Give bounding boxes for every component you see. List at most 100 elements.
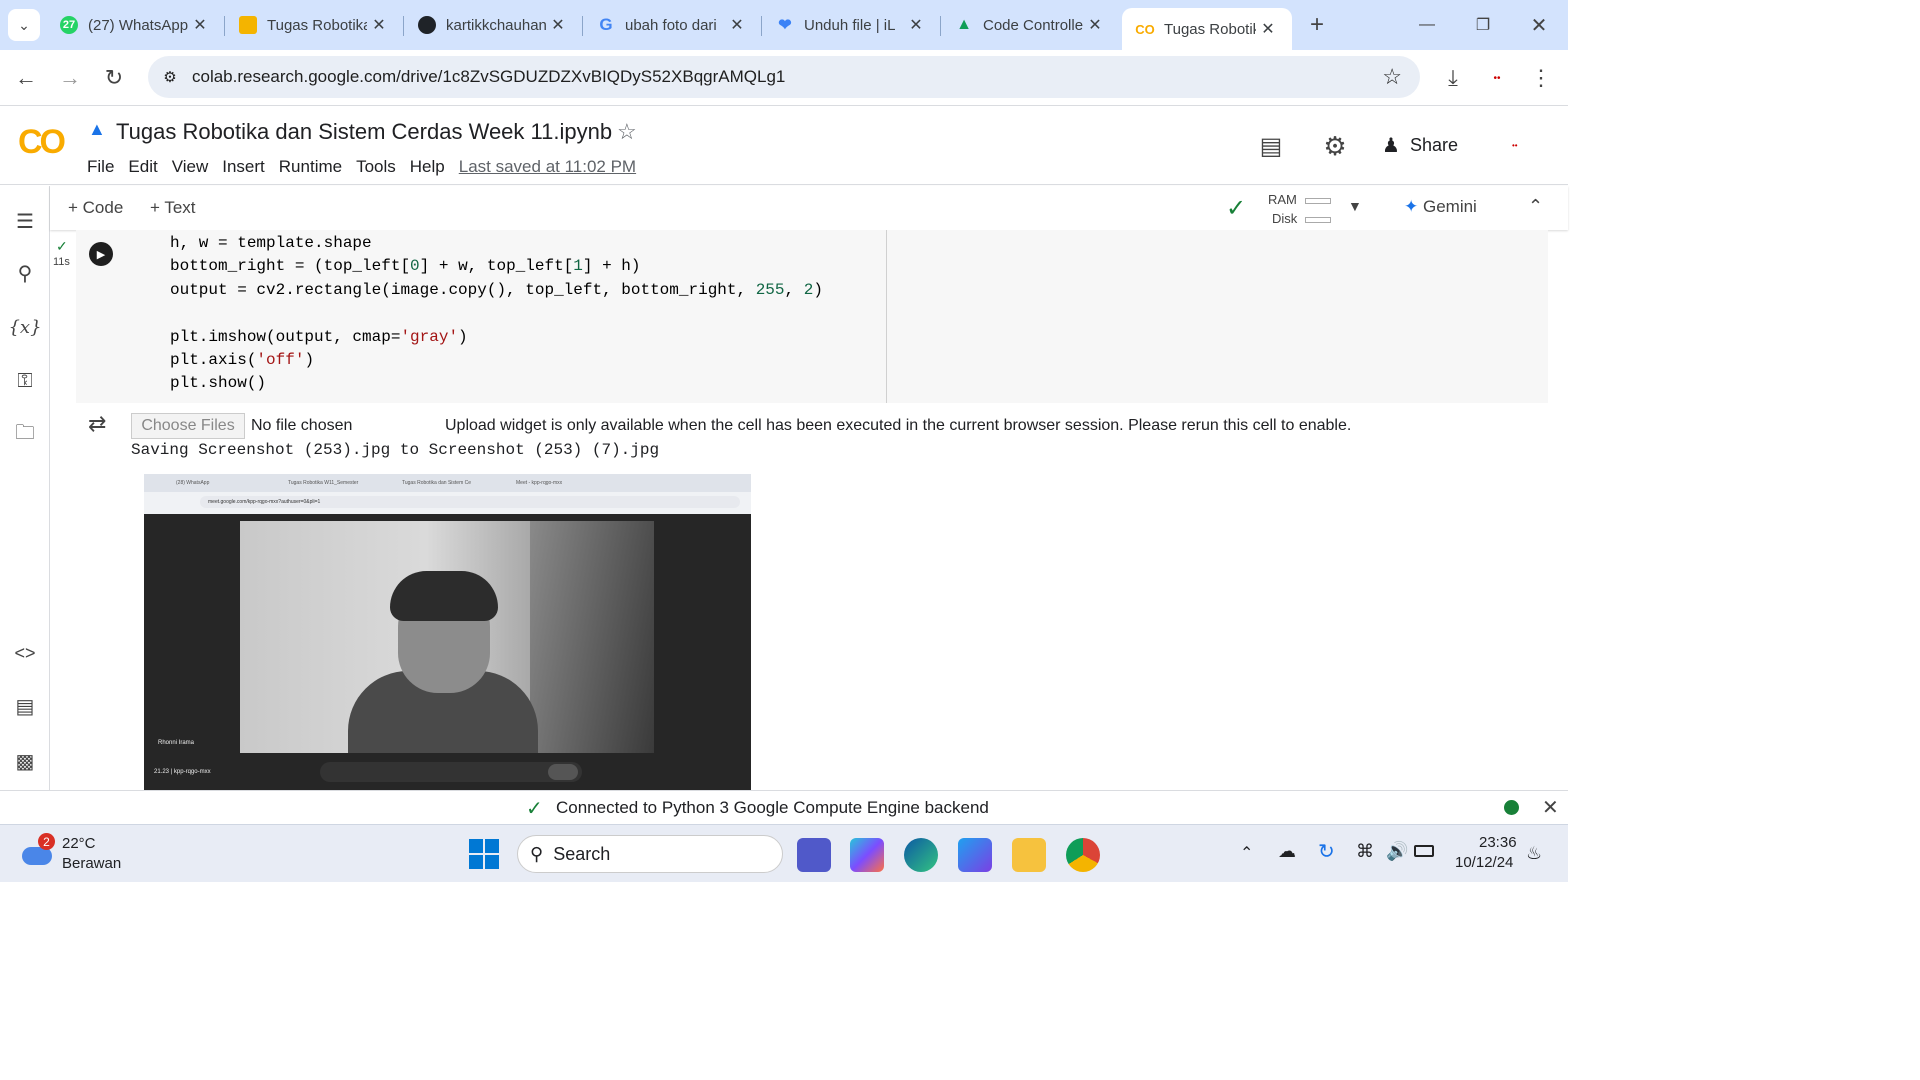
- output-actions-icon[interactable]: ⇄: [88, 411, 106, 437]
- tab-ilovepdf[interactable]: ❤ Unduh file | iL ✕: [762, 8, 928, 42]
- close-icon[interactable]: ✕: [1256, 19, 1280, 39]
- sync-icon[interactable]: ↻: [1318, 839, 1335, 864]
- code-snippets-icon[interactable]: <>: [8, 636, 42, 670]
- code-line: bottom_right = (top_left[0] + w, top_lef…: [170, 257, 641, 276]
- reload-icon[interactable]: ↻: [98, 62, 130, 94]
- menu-edit[interactable]: Edit: [128, 157, 157, 177]
- cell-output: ⇄ Choose Files No file chosen Upload wid…: [76, 403, 1548, 790]
- wifi-icon[interactable]: ⌘: [1356, 841, 1374, 862]
- search-icon[interactable]: ⚲: [8, 256, 42, 290]
- terminal-icon[interactable]: ▩: [8, 744, 42, 778]
- notebook-toolbar: + Code + Text ✓ RAM Disk ▼ ✦ Gemini ⌃: [50, 186, 1568, 230]
- notification-bell-icon[interactable]: ♨: [1526, 843, 1542, 864]
- close-window-icon[interactable]: ✕: [1524, 10, 1554, 40]
- clock-time[interactable]: 23:36: [1479, 834, 1517, 851]
- menu-tools[interactable]: Tools: [356, 157, 396, 177]
- close-icon[interactable]: ✕: [367, 15, 391, 35]
- add-code-button[interactable]: + Code: [68, 198, 123, 218]
- forward-icon[interactable]: →: [54, 62, 86, 94]
- site-info-icon[interactable]: ⚙: [148, 68, 192, 86]
- close-status-icon[interactable]: ✕: [1542, 795, 1559, 820]
- star-icon[interactable]: ☆: [617, 119, 637, 145]
- variables-icon[interactable]: {x}: [8, 310, 42, 344]
- close-icon[interactable]: ✕: [546, 15, 570, 35]
- search-icon: ⚲: [530, 843, 544, 864]
- copilot-icon[interactable]: [850, 838, 884, 872]
- menu-bar: File Edit View Insert Runtime Tools Help…: [87, 157, 650, 177]
- share-button[interactable]: ♟ Share: [1382, 133, 1458, 158]
- teams-icon[interactable]: [797, 838, 831, 872]
- gemini-label: Gemini: [1422, 197, 1477, 216]
- run-cell-button[interactable]: ▶: [89, 242, 113, 266]
- code-line: output = cv2.rectangle(image.copy(), top…: [170, 280, 823, 299]
- show-hidden-icons-icon[interactable]: ⌃: [1240, 843, 1253, 863]
- gemini-button[interactable]: ✦ Gemini: [1404, 197, 1477, 217]
- bookmark-star-icon[interactable]: ☆: [1382, 64, 1402, 90]
- restore-icon[interactable]: ❐: [1468, 10, 1498, 40]
- tab-github[interactable]: kartikkchauhan ✕: [404, 8, 570, 42]
- start-windows-icon[interactable]: [469, 839, 499, 869]
- download-icon[interactable]: ⤓: [1437, 62, 1469, 94]
- url-bar[interactable]: ⚙ colab.research.google.com/drive/1c8ZvS…: [148, 56, 1420, 98]
- tab-search-chevron-icon[interactable]: ⌄: [8, 9, 40, 41]
- minimize-icon[interactable]: —: [1412, 10, 1442, 40]
- code-line: h, w = template.shape: [170, 234, 372, 252]
- choose-files-button[interactable]: Choose Files: [131, 413, 245, 439]
- files-folder-icon[interactable]: 🗀: [8, 418, 42, 452]
- saving-message: Saving Screenshot (253).jpg to Screensho…: [131, 441, 660, 459]
- settings-gear-icon[interactable]: ⚙: [1318, 129, 1352, 163]
- tab-google-search[interactable]: G ubah foto dari ✕: [583, 8, 749, 42]
- tab-title: ubah foto dari: [625, 16, 717, 34]
- runtime-dropdown-icon[interactable]: ▼: [1348, 198, 1362, 214]
- add-text-button[interactable]: + Text: [150, 198, 196, 218]
- share-label: Share: [1409, 135, 1458, 155]
- tab-drive[interactable]: ▲ Code Controller ✕: [941, 8, 1107, 42]
- edge-icon[interactable]: [904, 838, 938, 872]
- comments-icon[interactable]: ▤: [1254, 129, 1288, 163]
- table-of-contents-icon[interactable]: ☰: [8, 204, 42, 238]
- participant-name: Rhonni Irama: [158, 740, 195, 746]
- back-icon[interactable]: ←: [10, 62, 42, 94]
- new-tab-button[interactable]: +: [1302, 10, 1332, 40]
- file-explorer-icon[interactable]: [1012, 838, 1046, 872]
- account-avatar[interactable]: ••: [1512, 141, 1526, 150]
- menu-file[interactable]: File: [87, 157, 114, 177]
- bing-icon[interactable]: [958, 838, 992, 872]
- volume-icon[interactable]: 🔊: [1386, 841, 1408, 862]
- person-hair: [390, 571, 498, 621]
- tab-slides[interactable]: Tugas Robotika ✕: [225, 8, 391, 42]
- weather-widget[interactable]: 2 22°C Berawan: [18, 833, 128, 877]
- command-palette-icon[interactable]: ▤: [8, 689, 42, 723]
- tab-whatsapp[interactable]: 27 (27) WhatsApp ✕: [46, 8, 212, 42]
- menu-runtime[interactable]: Runtime: [279, 157, 342, 177]
- profile-avatar-icon[interactable]: ••: [1483, 62, 1511, 94]
- taskbar-search-box[interactable]: ⚲ Search: [517, 835, 783, 873]
- close-icon[interactable]: ✕: [1083, 15, 1107, 35]
- menu-help[interactable]: Help: [410, 157, 445, 177]
- meet-end-call-icon: [548, 764, 578, 780]
- onedrive-icon[interactable]: ☁: [1278, 841, 1296, 862]
- notebook-title[interactable]: Tugas Robotika dan Sistem Cerdas Week 11…: [116, 119, 612, 145]
- resource-meter[interactable]: RAM Disk: [1268, 190, 1331, 228]
- code-editor[interactable]: h, w = template.shape bottom_right = (to…: [170, 232, 823, 396]
- no-file-label: No file chosen: [251, 417, 353, 434]
- collapse-header-icon[interactable]: ⌃: [1528, 196, 1543, 217]
- code-line: plt.axis('off'): [170, 351, 315, 370]
- colab-logo[interactable]: CO: [18, 123, 66, 162]
- close-icon[interactable]: ✕: [725, 15, 749, 35]
- secrets-key-icon[interactable]: ⚿: [8, 364, 42, 398]
- last-saved-link[interactable]: Last saved at 11:02 PM: [459, 157, 636, 177]
- battery-icon[interactable]: [1414, 845, 1434, 857]
- address-bar-row: ← → ↻ ⚙ colab.research.google.com/drive/…: [0, 50, 1568, 106]
- connected-check-icon: ✓: [1226, 195, 1247, 222]
- close-icon[interactable]: ✕: [188, 15, 212, 35]
- clock-date[interactable]: 10/12/24: [1455, 854, 1513, 871]
- menu-view[interactable]: View: [172, 157, 209, 177]
- chrome-icon[interactable]: [1066, 838, 1100, 872]
- close-icon[interactable]: ✕: [904, 15, 928, 35]
- browser-menu-icon[interactable]: ⋮: [1526, 62, 1556, 94]
- code-cell[interactable]: ✓ 11s ▶ h, w = template.shape bottom_rig…: [53, 230, 1548, 403]
- tab-colab-active[interactable]: CO Tugas Robotika ✕: [1122, 8, 1292, 50]
- windows-taskbar: 2 22°C Berawan ⚲ Search ⌃ ☁ ↻ ⌘ 🔊 23:36 …: [0, 824, 1568, 882]
- menu-insert[interactable]: Insert: [222, 157, 265, 177]
